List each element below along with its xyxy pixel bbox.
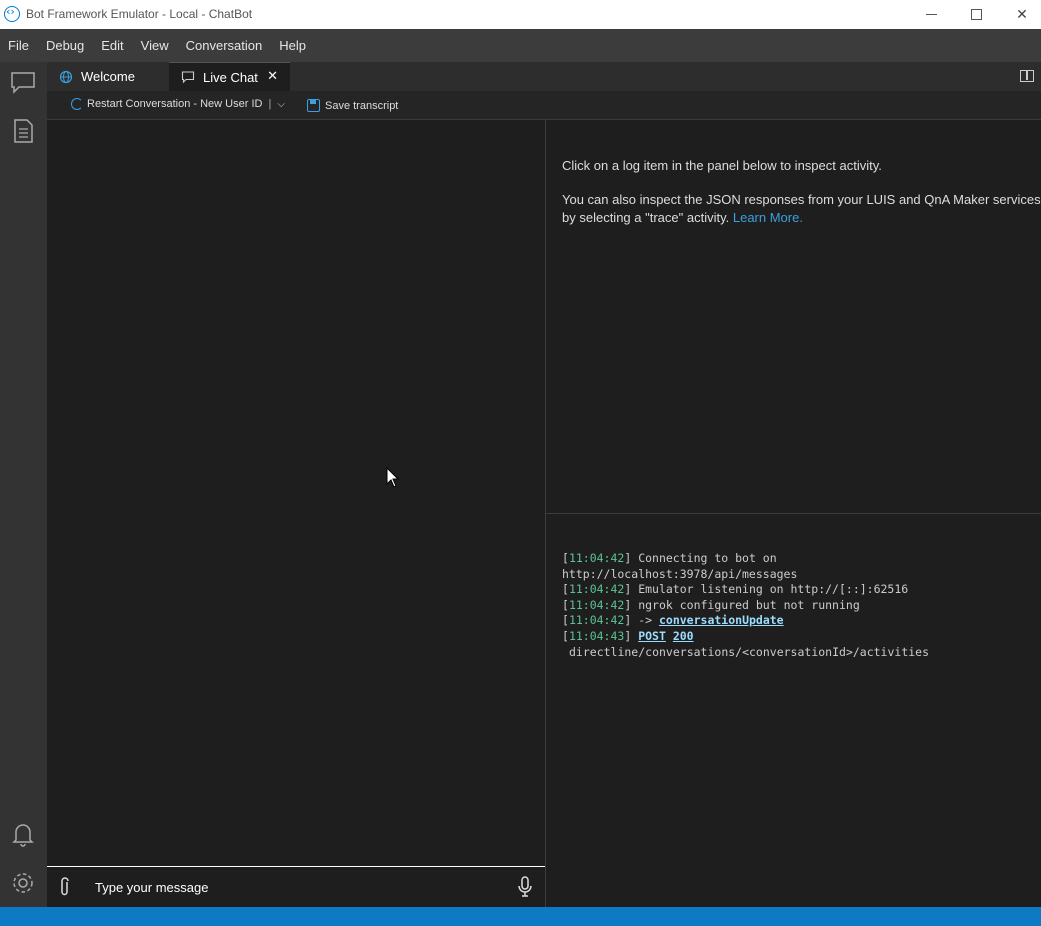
menu-edit[interactable]: Edit [101,38,123,53]
split-view-icon[interactable] [1020,70,1034,82]
tab-live-chat-label: Live Chat [203,69,258,85]
tab-live-chat[interactable]: Live Chat ✕ [169,62,290,91]
save-icon [307,99,320,112]
restart-separator: | [268,98,272,110]
log-entry-continuation: directline/conversations/<conversationId… [569,644,930,659]
log-entry[interactable]: [11:04:42] Emulator listening on http://… [562,582,1041,598]
menu-bar: File Debug Edit View Conversation Help [0,29,1041,62]
log-timestamp: 11:04:43 [568,628,625,643]
message-input[interactable] [95,875,495,899]
app-logo-icon [4,5,20,22]
tab-welcome-label: Welcome [81,69,135,84]
inspector-hint: Click on a log item in the panel below t… [562,158,882,173]
menu-conversation[interactable]: Conversation [186,38,263,53]
save-transcript-button[interactable]: Save transcript [307,99,398,112]
menu-help[interactable]: Help [279,38,306,53]
log-timestamp: 11:04:42 [568,613,625,628]
log-entry-continuation: http://localhost:3978/api/messages [562,566,798,581]
tab-bar: Welcome Live Chat ✕ [47,62,1041,91]
learn-more-link[interactable]: Learn More. [733,210,803,225]
log-text: Emulator listening on http://[::]:62516 [638,582,909,597]
conversation-update-link[interactable]: conversationUpdate [659,613,784,627]
post-link[interactable]: POST [638,629,666,643]
log-text: Connecting to bot on [638,551,777,565]
notifications-bell-icon[interactable] [9,820,37,848]
activity-bar [0,62,47,907]
restart-label: Restart Conversation - New User ID [87,98,263,110]
log-arrow: -> [638,613,653,628]
maximize-icon [970,9,982,20]
transcript-nav-icon[interactable] [9,117,37,145]
paperclip-icon[interactable] [59,877,71,897]
minimize-button[interactable] [908,0,954,29]
log-timestamp: 11:04:42 [568,582,625,597]
status-bar [0,907,1041,926]
window-title: Bot Framework Emulator - Local - ChatBot [26,7,253,21]
chat-icon [181,71,195,84]
globe-icon [59,70,73,83]
log-entry[interactable]: [11:04:42] ngrok configured but not runn… [562,598,1041,614]
close-icon: ✕ [1016,6,1028,23]
maximize-button[interactable] [953,0,999,29]
close-tab-icon[interactable]: ✕ [267,69,278,84]
mouse-pointer-icon [386,467,400,488]
log-entry[interactable]: [11:04:42] -> conversationUpdate [562,613,1041,629]
minimize-icon [925,14,937,15]
chat-toolbar: Restart Conversation - New User ID | ⌵ S… [47,91,1041,120]
save-transcript-label: Save transcript [325,99,399,112]
log-text: ngrok configured but not running [638,597,860,612]
restart-icon [71,98,83,110]
chevron-down-icon[interactable]: ⌵ [277,99,285,110]
close-window-button[interactable]: ✕ [999,0,1041,29]
log-panel: [11:04:42] Connecting to bot on http://l… [546,514,1041,907]
status-200-link[interactable]: 200 [673,629,694,643]
settings-gear-icon[interactable] [9,869,37,897]
log-entry[interactable]: [11:04:42] Connecting to bot on [562,551,1041,567]
menu-debug[interactable]: Debug [46,38,84,53]
chat-transcript-panel[interactable] [47,120,545,866]
log-timestamp: 11:04:42 [568,551,625,565]
menu-view[interactable]: View [141,38,169,53]
title-bar: Bot Framework Emulator - Local - ChatBot… [0,0,1041,29]
microphone-icon[interactable] [517,876,533,898]
log-timestamp: 11:04:42 [568,597,625,612]
inspector-panel: Click on a log item in the panel below t… [546,120,1041,513]
chat-nav-icon[interactable] [9,68,37,96]
inspector-json-hint: You can also inspect the JSON responses … [562,191,1041,227]
restart-conversation-button[interactable]: Restart Conversation - New User ID | ⌵ [71,98,285,110]
message-input-bar [47,866,545,907]
tab-welcome[interactable]: Welcome [47,62,169,91]
menu-file[interactable]: File [8,38,29,53]
log-entry[interactable]: [11:04:43] POST 200 [562,629,1041,645]
